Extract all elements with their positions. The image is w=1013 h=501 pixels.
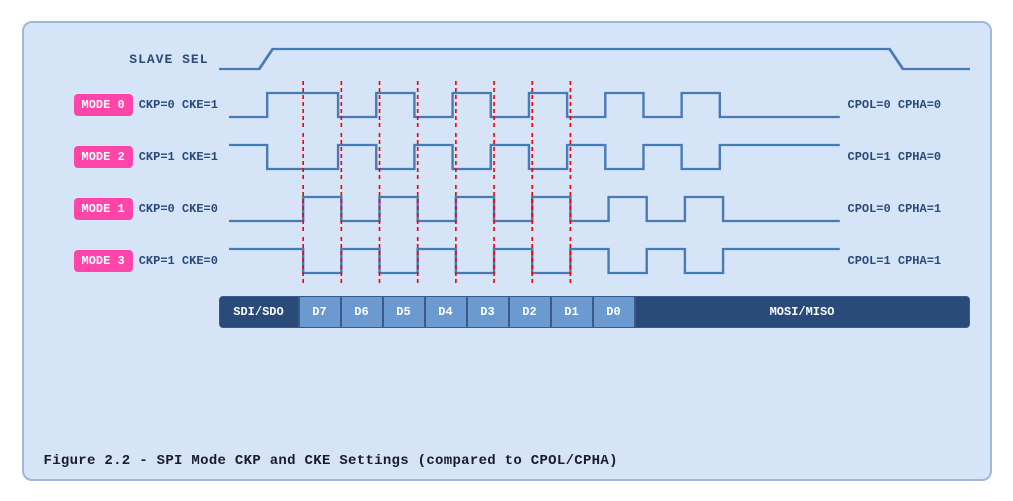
- mode-1-row: MODE 1 CKP=0 CKE=0 CPOL=0 CPHA=1: [44, 183, 970, 235]
- mode-0-cpol: CPOL=0 CPHA=0: [840, 98, 970, 112]
- data-segments: SDI/SDO D7 D6 D5 D4 D3 D2 D1 D0 MOSI/MIS…: [219, 296, 970, 328]
- data-seg-d2: D2: [509, 296, 551, 328]
- slave-signal: [219, 41, 970, 79]
- data-seg-d3: D3: [467, 296, 509, 328]
- mode-1-badge: MODE 1: [74, 198, 133, 220]
- mode-1-signal: [229, 183, 840, 235]
- data-seg-d6: D6: [341, 296, 383, 328]
- mode-3-signal: [229, 235, 840, 287]
- mode-1-ckp: CKP=0 CKE=0: [139, 202, 229, 216]
- mode-2-cpol: CPOL=1 CPHA=0: [840, 150, 970, 164]
- data-seg-d0: D0: [593, 296, 635, 328]
- mode-2-ckp: CKP=1 CKE=1: [139, 150, 229, 164]
- mode-3-badge: MODE 3: [74, 250, 133, 272]
- figure-caption: Figure 2.2 - SPI Mode CKP and CKE Settin…: [44, 453, 970, 469]
- mode-0-row: MODE 0 CKP=0 CKE=1 CPOL=: [44, 79, 970, 131]
- slave-label: SLAVE SEL: [44, 52, 219, 67]
- data-seg-mosi: MOSI/MISO: [635, 296, 970, 328]
- mode-0-badge: MODE 0: [74, 94, 133, 116]
- slave-row: SLAVE SEL: [44, 41, 970, 79]
- mode-2-signal: [229, 131, 840, 183]
- mode-0-ckp: CKP=0 CKE=1: [139, 98, 229, 112]
- data-seg-d7: D7: [299, 296, 341, 328]
- data-seg-d1: D1: [551, 296, 593, 328]
- data-seg-sdi: SDI/SDO: [219, 296, 299, 328]
- data-seg-d5: D5: [383, 296, 425, 328]
- mode-0-signal: [229, 79, 840, 131]
- mode-3-ckp: CKP=1 CKE=0: [139, 254, 229, 268]
- data-seg-d4: D4: [425, 296, 467, 328]
- mode-3-cpol: CPOL=1 CPHA=1: [840, 254, 970, 268]
- mode-3-row: MODE 3 CKP=1 CKE=0 CPOL=1 CPHA=1: [44, 235, 970, 287]
- mode-2-row: MODE 2 CKP=1 CKE=1 CPOL=1 CPHA=0: [44, 131, 970, 183]
- mode-2-badge: MODE 2: [74, 146, 133, 168]
- mode-1-cpol: CPOL=0 CPHA=1: [840, 202, 970, 216]
- diagram-container: SLAVE SEL MODE 0 CKP=0 CKE=1: [22, 21, 992, 481]
- diagram-area: SLAVE SEL MODE 0 CKP=0 CKE=1: [44, 41, 970, 443]
- data-row: SDI/SDO D7 D6 D5 D4 D3 D2 D1 D0 MOSI/MIS…: [44, 293, 970, 331]
